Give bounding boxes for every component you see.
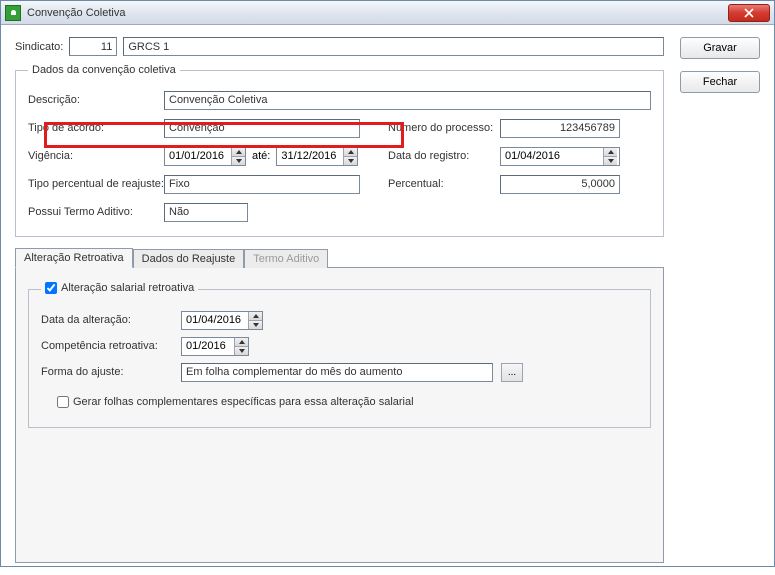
data-alteracao-spinner[interactable] xyxy=(181,311,263,330)
chevron-down-icon[interactable] xyxy=(231,157,245,165)
close-icon xyxy=(744,8,754,18)
forma-ajuste-label: Forma do ajuste: xyxy=(41,366,181,378)
gerar-folhas-checkbox-input[interactable] xyxy=(57,396,69,408)
descricao-input-ext[interactable] xyxy=(387,91,651,110)
chevron-up-icon[interactable] xyxy=(603,148,617,157)
chevron-down-icon[interactable] xyxy=(343,157,357,165)
data-registro-label: Data do registro: xyxy=(388,150,500,162)
window-title: Convenção Coletiva xyxy=(27,7,728,19)
sindicato-name-input[interactable] xyxy=(123,37,664,56)
chevron-up-icon[interactable] xyxy=(234,338,248,347)
data-alteracao-label: Data da alteração: xyxy=(41,314,181,326)
app-icon xyxy=(5,5,21,21)
tab-termo-aditivo: Termo Aditivo xyxy=(244,249,328,268)
retro-checkbox-input[interactable] xyxy=(45,282,57,294)
retro-group-title: Alteração salarial retroativa xyxy=(61,282,194,294)
vigencia-label: Vigência: xyxy=(28,150,164,162)
competencia-spinner[interactable] xyxy=(181,337,249,356)
descricao-input[interactable] xyxy=(164,91,388,110)
tab-alteracao-retroativa[interactable]: Alteração Retroativa xyxy=(15,248,133,268)
close-button[interactable]: Fechar xyxy=(680,71,760,93)
tipo-acordo-input[interactable] xyxy=(164,119,360,138)
forma-ajuste-browse-button[interactable]: ... xyxy=(501,363,523,382)
competencia-label: Competência retroativa: xyxy=(41,340,181,352)
window-close-button[interactable] xyxy=(728,4,770,22)
data-registro-input[interactable] xyxy=(501,148,603,165)
competencia-input[interactable] xyxy=(182,338,234,355)
groupbox-title: Dados da convenção coletiva xyxy=(28,64,180,76)
chevron-up-icon[interactable] xyxy=(248,312,262,321)
sindicato-code-input[interactable] xyxy=(69,37,117,56)
percentual-input[interactable] xyxy=(500,175,620,194)
data-alteracao-input[interactable] xyxy=(182,312,248,329)
vigencia-fim-input[interactable] xyxy=(277,148,343,165)
tipo-percentual-label: Tipo percentual de reajuste: xyxy=(28,178,164,190)
ellipsis-icon: ... xyxy=(508,367,516,378)
percentual-label: Percentual: xyxy=(388,178,500,190)
tipo-percentual-input[interactable] xyxy=(164,175,360,194)
data-registro-spinner[interactable] xyxy=(500,147,620,166)
save-button[interactable]: Gravar xyxy=(680,37,760,59)
vigencia-fim-spinner[interactable] xyxy=(276,147,358,166)
title-bar: Convenção Coletiva xyxy=(1,1,774,25)
possui-termo-label: Possui Termo Aditivo: xyxy=(28,206,164,218)
retro-checkbox[interactable]: Alteração salarial retroativa xyxy=(45,282,194,294)
tipo-acordo-label: Tipo de acordo: xyxy=(28,122,164,134)
sindicato-label: Sindicato: xyxy=(15,41,63,53)
gerar-folhas-label: Gerar folhas complementares específicas … xyxy=(73,396,414,408)
tab-bar: Alteração Retroativa Dados do Reajuste T… xyxy=(15,247,664,267)
descricao-label: Descrição: xyxy=(28,94,164,106)
numero-processo-input[interactable] xyxy=(500,119,620,138)
numero-processo-label: Número do processo: xyxy=(388,122,500,134)
vigencia-inicio-input[interactable] xyxy=(165,148,231,165)
tab-panel-alteracao-retroativa: Alteração salarial retroativa Data da al… xyxy=(15,267,664,563)
vigencia-inicio-spinner[interactable] xyxy=(164,147,246,166)
retro-group: Alteração salarial retroativa Data da al… xyxy=(28,282,651,428)
gerar-folhas-checkbox[interactable]: Gerar folhas complementares específicas … xyxy=(57,396,414,408)
chevron-down-icon[interactable] xyxy=(234,347,248,355)
tab-dados-reajuste[interactable]: Dados do Reajuste xyxy=(133,249,245,268)
chevron-down-icon[interactable] xyxy=(603,157,617,165)
possui-termo-input[interactable] xyxy=(164,203,248,222)
chevron-up-icon[interactable] xyxy=(231,148,245,157)
dados-convencao-group: Dados da convenção coletiva Descrição: T… xyxy=(15,64,664,237)
chevron-up-icon[interactable] xyxy=(343,148,357,157)
forma-ajuste-input[interactable] xyxy=(181,363,493,382)
vigencia-ate-label: até: xyxy=(252,150,270,162)
chevron-down-icon[interactable] xyxy=(248,321,262,329)
